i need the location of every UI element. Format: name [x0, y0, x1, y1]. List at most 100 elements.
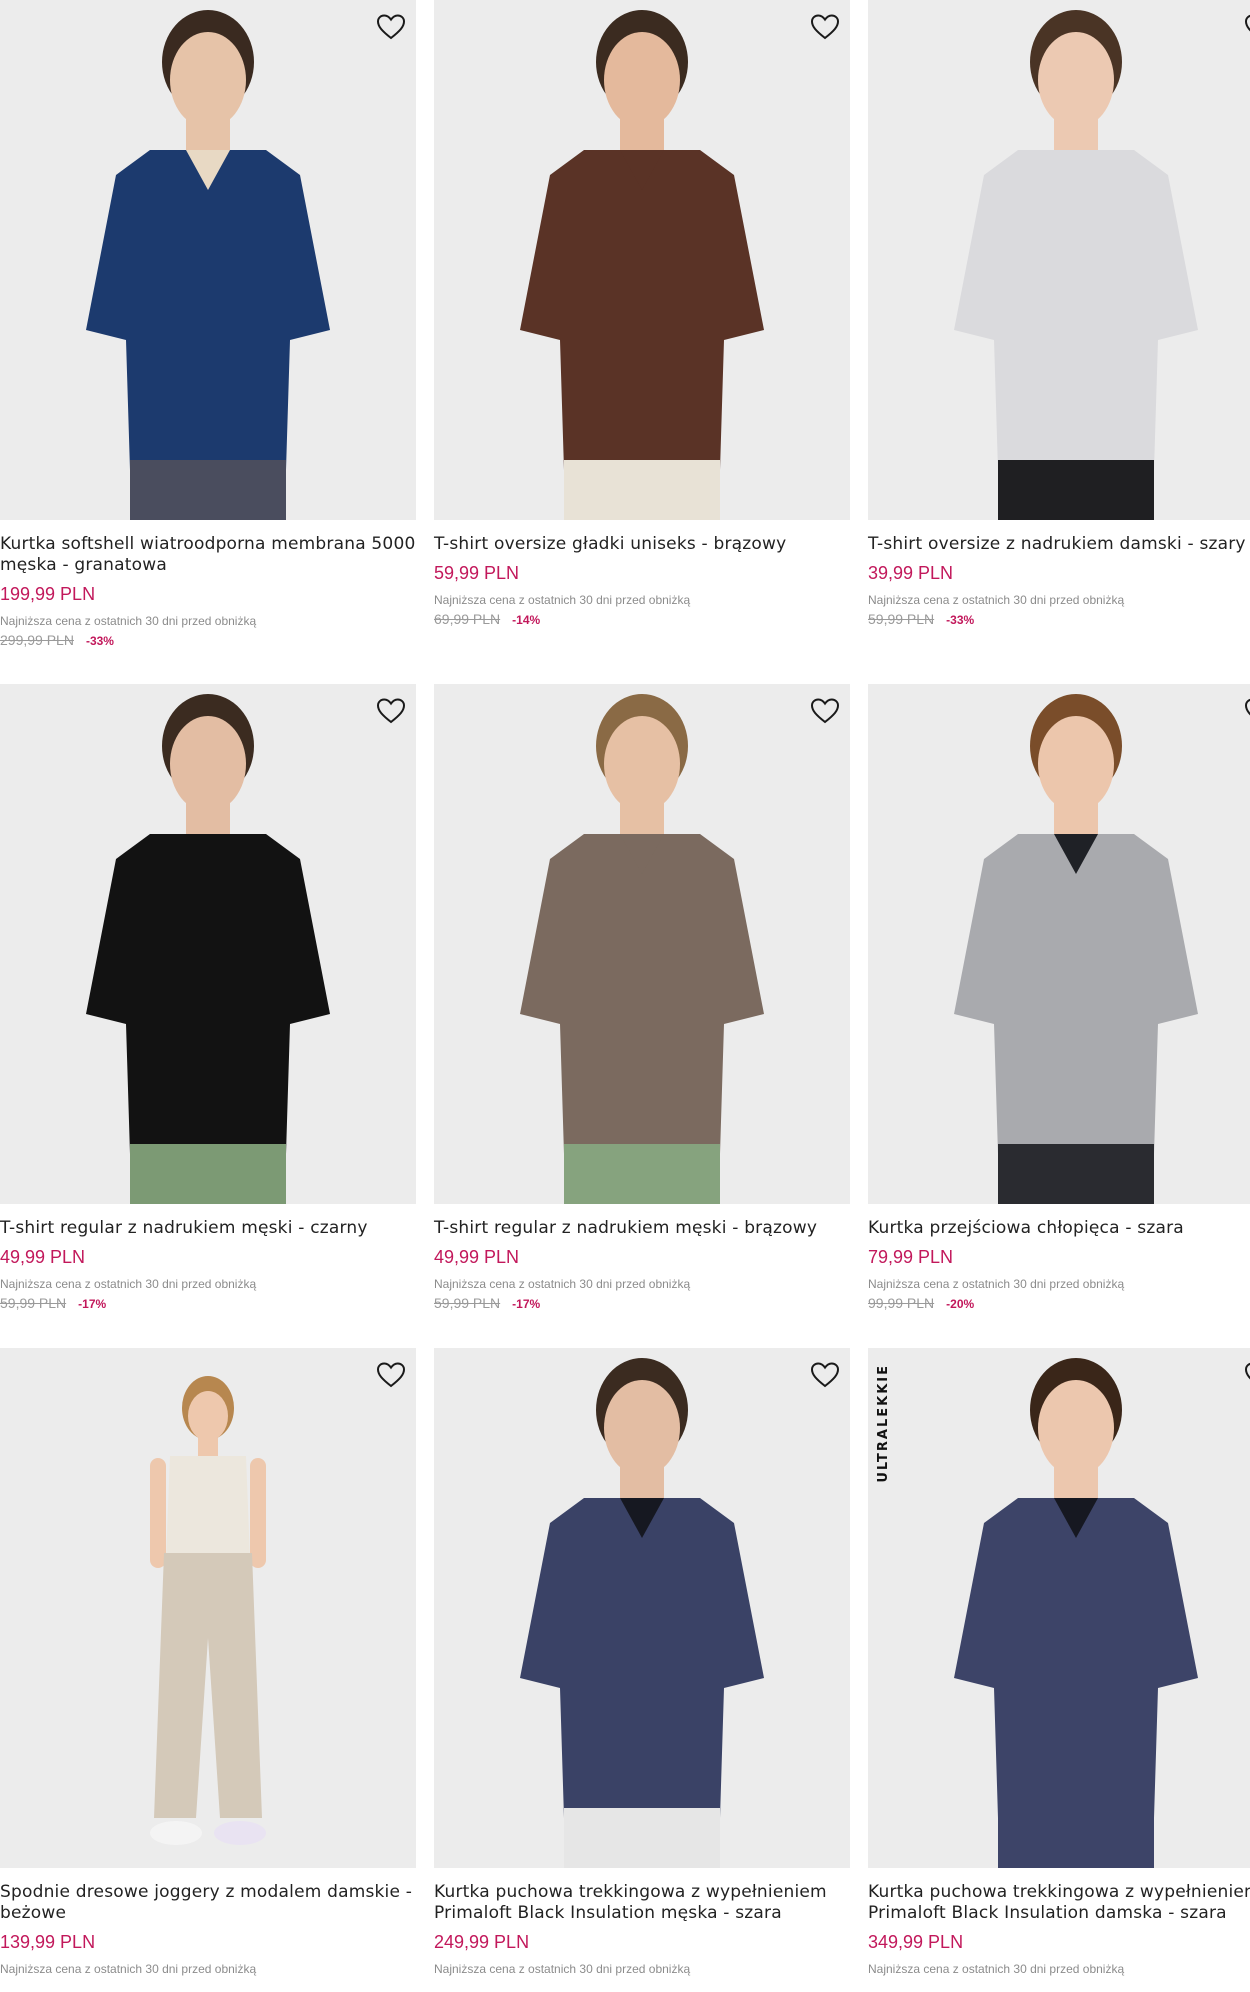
product-name[interactable]: Kurtka puchowa trekkingowa z wypełnienie…: [434, 1882, 850, 1924]
product-name[interactable]: T-shirt regular z nadrukiem męski - brąz…: [434, 1218, 850, 1239]
face: [170, 32, 246, 128]
product-card[interactable]: Kurtka puchowa trekkingowa z wypełnienie…: [434, 1348, 850, 1980]
trousers: [130, 460, 286, 520]
product-image[interactable]: ULTRALEKKIE: [868, 1348, 1250, 1868]
product-name[interactable]: Kurtka softshell wiatroodporna membrana …: [0, 534, 416, 576]
garment: [520, 834, 764, 1154]
product-name[interactable]: Kurtka przejściowa chłopięca - szara: [868, 1218, 1250, 1239]
product-name[interactable]: T-shirt oversize gładki uniseks - brązow…: [434, 534, 850, 555]
model-photo: [954, 694, 1198, 1204]
discount-badge: -33%: [85, 634, 114, 648]
heart-path: [810, 14, 840, 40]
heart-outline-icon: [1244, 14, 1250, 32]
discount-badge: -14%: [512, 613, 541, 627]
favorite-button[interactable]: [808, 10, 842, 44]
heart-path: [376, 1362, 406, 1388]
garment: [954, 150, 1198, 470]
heart-path: [376, 14, 406, 40]
garment: [520, 150, 764, 470]
product-card[interactable]: T-shirt regular z nadrukiem męski - brąz…: [434, 684, 850, 1348]
product-image[interactable]: [0, 0, 416, 520]
heart-path: [810, 1362, 840, 1388]
favorite-button[interactable]: [1242, 10, 1250, 44]
product-card[interactable]: T-shirt regular z nadrukiem męski - czar…: [0, 684, 416, 1348]
product-price: 349,99 PLN: [868, 1932, 964, 1952]
heart-path: [1244, 14, 1250, 32]
product-card[interactable]: T-shirt oversize gładki uniseks - brązow…: [434, 0, 850, 684]
trousers: [998, 1808, 1154, 1868]
favorite-button[interactable]: [374, 10, 408, 44]
model-photo: [150, 1376, 266, 1845]
product-name[interactable]: Spodnie dresowe joggery z modalem damski…: [0, 1882, 416, 1924]
trousers: [564, 1808, 720, 1868]
favorite-button[interactable]: [808, 1358, 842, 1392]
heart-path: [1244, 1362, 1250, 1380]
product-name[interactable]: T-shirt regular z nadrukiem męski - czar…: [0, 1218, 416, 1239]
product-image[interactable]: [0, 684, 416, 1204]
product-price: 39,99 PLN: [868, 563, 954, 583]
product-name[interactable]: T-shirt oversize z nadrukiem damski - sz…: [868, 534, 1250, 555]
product-grid-row-3: Spodnie dresowe joggery z modalem damski…: [0, 1348, 1250, 1980]
face: [188, 1391, 228, 1441]
favorite-button[interactable]: [808, 694, 842, 728]
product-image[interactable]: [434, 0, 850, 520]
old-price: 299,99 PLN: [0, 632, 74, 648]
product-card[interactable]: T-shirt oversize z nadrukiem damski - sz…: [868, 0, 1250, 684]
favorite-button[interactable]: [374, 1358, 408, 1392]
lowest-price-note: Najniższa cena z ostatnich 30 dni przed …: [868, 1277, 1125, 1291]
model-photo: [86, 10, 330, 520]
product-image[interactable]: [0, 1348, 416, 1868]
heart-path: [376, 698, 406, 724]
old-price: 69,99 PLN: [434, 611, 501, 627]
discount-badge: -33%: [946, 613, 975, 627]
heart-path: [1244, 698, 1250, 716]
trousers: [154, 1553, 262, 1818]
discount-badge: -17%: [512, 1297, 541, 1311]
old-price: 99,99 PLN: [868, 1295, 935, 1311]
product-card[interactable]: ULTRALEKKIE Kurtka puchowa trekkingowa z…: [868, 1348, 1250, 1980]
model-photo: [520, 694, 764, 1204]
discount-badge: -20%: [946, 1297, 975, 1311]
heart-outline-icon: [1244, 1362, 1250, 1380]
product-name[interactable]: Kurtka puchowa trekkingowa z wypełnienie…: [868, 1882, 1250, 1924]
product-price: 49,99 PLN: [434, 1247, 520, 1267]
model-photo: [520, 1358, 764, 1868]
trousers: [564, 1144, 720, 1204]
lowest-price-note: Najniższa cena z ostatnich 30 dni przed …: [434, 593, 691, 607]
product-image[interactable]: [868, 684, 1250, 1204]
garment: [86, 834, 330, 1154]
heart-outline-icon: [376, 698, 406, 724]
garment: [954, 1498, 1198, 1818]
model-photo: [86, 694, 330, 1204]
product-price: 59,99 PLN: [434, 563, 520, 583]
face: [1038, 716, 1114, 812]
arm-left: [150, 1458, 166, 1568]
model-photo: [954, 1358, 1198, 1868]
neck: [198, 1438, 218, 1456]
product-price: 79,99 PLN: [868, 1247, 954, 1267]
product-card[interactable]: Kurtka przejściowa chłopięca - szara 79,…: [868, 684, 1250, 1348]
product-grid-row-1: Kurtka softshell wiatroodporna membrana …: [0, 0, 1250, 684]
product-card[interactable]: Spodnie dresowe joggery z modalem damski…: [0, 1348, 416, 1980]
product-image[interactable]: [434, 684, 850, 1204]
trousers: [998, 1144, 1154, 1204]
product-image[interactable]: [868, 0, 1250, 520]
product-card[interactable]: Kurtka softshell wiatroodporna membrana …: [0, 0, 416, 684]
top: [166, 1456, 250, 1558]
product-price: 249,99 PLN: [434, 1932, 530, 1952]
favorite-button[interactable]: [374, 694, 408, 728]
product-grid-row-2: T-shirt regular z nadrukiem męski - czar…: [0, 684, 1250, 1348]
face: [170, 716, 246, 812]
favorite-button[interactable]: [1242, 1358, 1250, 1392]
product-image[interactable]: [434, 1348, 850, 1868]
old-price: 59,99 PLN: [0, 1295, 67, 1311]
shoe-left: [150, 1821, 202, 1845]
face: [604, 716, 680, 812]
lowest-price-note: Najniższa cena z ostatnich 30 dni przed …: [868, 593, 1125, 607]
favorite-button[interactable]: [1242, 694, 1250, 728]
garment: [954, 834, 1198, 1154]
lowest-price-note: Najniższa cena z ostatnich 30 dni przed …: [0, 614, 257, 628]
shoe-right: [214, 1821, 266, 1845]
heart-outline-icon: [810, 698, 840, 724]
heart-outline-icon: [376, 14, 406, 40]
